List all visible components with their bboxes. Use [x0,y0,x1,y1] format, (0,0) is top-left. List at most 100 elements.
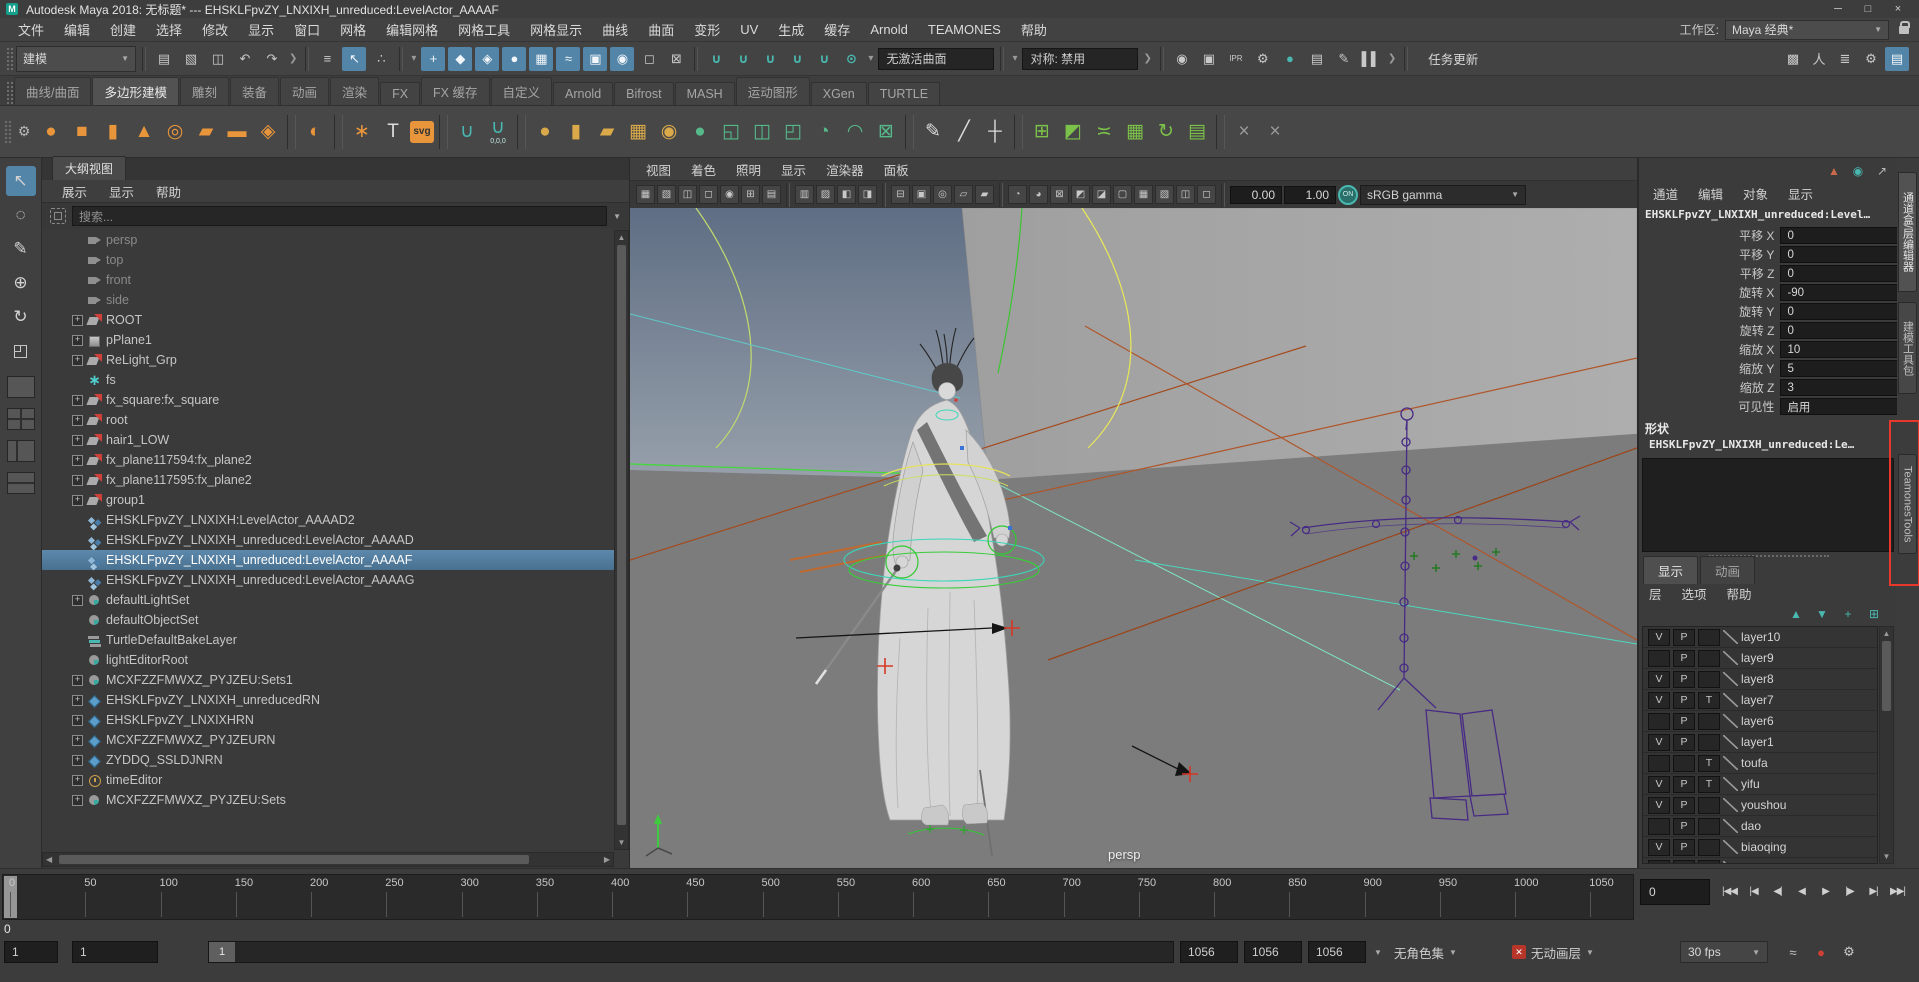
bridge-button[interactable]: ≍ [1090,118,1118,146]
lock-selection-icon[interactable]: ◻ [637,47,661,71]
layer-visible-toggle[interactable]: V [1648,839,1670,856]
channel-value-field[interactable]: 启用 [1780,398,1898,415]
shelf-tab-FX[interactable]: FX [380,82,420,105]
snap-to-projected-center-icon[interactable]: ∪ [785,47,809,71]
menu-Arnold[interactable]: Arnold [860,18,918,41]
channel-value-field[interactable]: 0 [1780,265,1898,282]
play-forward-button[interactable]: ▶ [1814,877,1837,905]
character-controls-icon[interactable]: 人 [1807,47,1831,71]
layer-visible-toggle[interactable]: V [1648,692,1670,709]
menu-生成[interactable]: 生成 [768,18,814,41]
animation-preferences-icon[interactable]: ⚙ [1838,941,1860,963]
new-scene-icon[interactable]: ▤ [152,47,176,71]
expand-icon[interactable]: + [72,675,83,686]
channel-value-field[interactable]: 0 [1780,322,1898,339]
collapse-icon[interactable]: ❯ [287,53,299,64]
type-tool-button[interactable]: T [379,118,407,146]
super-ellipse-button[interactable]: ∗ [348,118,376,146]
poly-cylinder-button[interactable]: ▮ [99,118,127,146]
snap-to-view-plane-icon[interactable]: ∪ [812,47,836,71]
expand-icon[interactable]: + [72,355,83,366]
menu-曲面[interactable]: 曲面 [638,18,684,41]
viewport-menu-照明[interactable]: 照明 [726,160,771,179]
close-button[interactable]: × [1883,1,1913,17]
layer-color-swatch[interactable] [1723,714,1738,728]
layer-color-swatch[interactable] [1723,756,1738,770]
undo-icon[interactable]: ↶ [233,47,257,71]
gate-mask-icon[interactable]: ◨ [858,185,877,204]
expand-icon[interactable]: + [72,775,83,786]
layer-row-layer6[interactable]: Player6 [1643,711,1877,732]
expand-icon[interactable]: + [72,595,83,606]
outliner-menu-帮助[interactable]: 帮助 [146,182,191,201]
layer-playback-toggle[interactable]: P [1673,734,1695,751]
poly-plane-button[interactable]: ▰ [192,118,220,146]
expand-icon[interactable]: + [72,315,83,326]
render-settings-icon[interactable]: ⚙ [1251,47,1275,71]
layer-template-toggle[interactable] [1698,860,1720,865]
layer-template-toggle[interactable] [1698,797,1720,814]
poly-platonic-button[interactable]: ◈ [254,118,282,146]
select-curves-icon[interactable]: ◈ [475,47,499,71]
channel-menu-编辑[interactable]: 编辑 [1688,184,1733,203]
outliner-item-EHSKLFpvZY_LNXIXH_unreduced:LevelActor_AAAAG[interactable]: EHSKLFpvZY_LNXIXH_unreduced:LevelActor_A… [42,570,614,590]
render-view-icon[interactable]: ◉ [1170,47,1194,71]
spin-edge-button[interactable]: ↻ [1152,118,1180,146]
outliner-item-ROOT[interactable]: +ROOT [42,310,614,330]
camera-attributes-icon[interactable]: ◫ [678,185,697,204]
expand-icon[interactable]: + [72,435,83,446]
outliner-item-pPlane1[interactable]: +pPlane1 [42,330,614,350]
viewport-menu-视图[interactable]: 视图 [636,160,681,179]
image-plane-icon[interactable]: ◉ [720,185,739,204]
menu-创建[interactable]: 创建 [100,18,146,41]
scale-tool[interactable]: ◰ [6,336,36,366]
safe-title-icon[interactable]: ◎ [933,185,952,204]
isolate-select-icon[interactable]: ▧ [1155,185,1174,204]
shelf-tab-装备[interactable]: 装备 [230,77,279,105]
layer-visible-toggle[interactable]: V [1648,734,1670,751]
layer-template-toggle[interactable] [1698,839,1720,856]
layer-template-toggle[interactable]: T [1698,776,1720,793]
select-misc-icon[interactable]: ◉ [610,47,634,71]
shelf-tab-MASH[interactable]: MASH [675,82,735,105]
outliner-item-side[interactable]: side [42,290,614,310]
paint-select-tool[interactable]: ✎ [6,234,36,264]
outliner-item-group1[interactable]: +group1 [42,490,614,510]
menu-帮助[interactable]: 帮助 [1011,18,1057,41]
range-slider-handle[interactable]: 1 [209,942,235,962]
menu-文件[interactable]: 文件 [8,18,54,41]
layout-single-pane[interactable] [7,376,35,398]
layer-template-toggle[interactable]: T [1698,692,1720,709]
step-forward-frame-button[interactable]: ▶| [1862,877,1885,905]
auto-keyframe-icon[interactable]: ● [1810,941,1832,963]
go-to-start-button[interactable]: |◀◀ [1718,877,1741,905]
playback-end-field[interactable]: 1056 [1180,941,1238,963]
layer-row-biaoqing[interactable]: VPbiaoqing [1643,837,1877,858]
outliner-tab[interactable]: 大纲视图 [52,156,126,180]
create-empty-layer-icon[interactable]: + [1839,606,1857,622]
scroll-right-icon[interactable]: ▶ [604,855,610,864]
ambient-occlusion-icon[interactable]: ▢ [1113,185,1132,204]
connect-tool-button[interactable]: ┼ [981,118,1009,146]
shelf-menu-gear-icon[interactable]: ⚙ [14,123,34,140]
outliner-item-EHSKLFpvZY_LNXIXH_unreduced:LevelActor_AAAAF[interactable]: EHSKLFpvZY_LNXIXH_unreduced:LevelActor_A… [42,550,614,570]
grid-toggle-icon[interactable]: ▥ [795,185,814,204]
layer-menu-帮助[interactable]: 帮助 [1717,584,1762,603]
svg-tool-button[interactable]: svg [410,121,434,143]
hud-icon[interactable]: ▱ [954,185,973,204]
snap-together-button[interactable]: ∪0,0,0 [484,118,512,146]
outliner-hscrollbar[interactable]: ◀ ▶ [42,852,614,867]
shaded-icon[interactable]: ◕ [1029,185,1048,204]
render-setup-icon[interactable]: ▤ [1305,47,1329,71]
shelf-tab-TURTLE[interactable]: TURTLE [868,82,940,105]
rotate-tool[interactable]: ↻ [6,302,36,332]
layer-row-kongzhiqi[interactable]: Pkongzhiqi [1643,858,1877,864]
layer-playback-toggle[interactable]: P [1673,650,1695,667]
field-chart-icon[interactable]: ⊟ [891,185,910,204]
layer-row-layer10[interactable]: VPlayer10 [1643,627,1877,648]
chevron-down-icon[interactable]: ▼ [613,212,621,221]
outliner-item-top[interactable]: top [42,250,614,270]
hypershade-icon[interactable]: ● [1278,47,1302,71]
smooth-mesh-button[interactable]: ● [686,118,714,146]
layer-playback-toggle[interactable]: P [1673,671,1695,688]
